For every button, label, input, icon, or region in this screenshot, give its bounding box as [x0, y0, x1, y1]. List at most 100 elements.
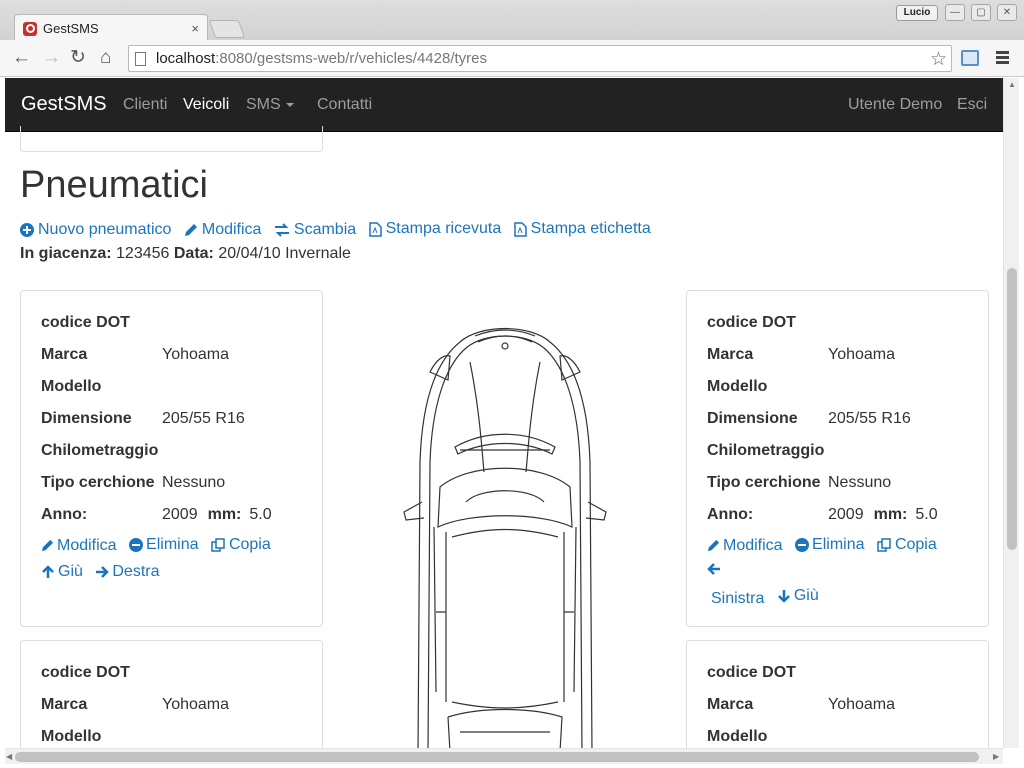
model-value	[828, 375, 968, 399]
arrow-down-icon	[777, 590, 790, 603]
rim-label: Tipo cerchione	[707, 474, 821, 491]
address-bar[interactable]: localhost:8080/gestsms-web/r/vehicles/44…	[128, 45, 952, 72]
tyre-links: Modifica Elimina Copia Giù Destra	[41, 533, 302, 587]
home-icon[interactable]: ⌂	[100, 48, 111, 68]
nav-user[interactable]: Utente Demo	[848, 96, 942, 114]
tyre-edit-label: Modifica	[723, 536, 783, 554]
tyre-panel-front-left: codice DOT Marca Yohoama Modello Dimensio…	[20, 290, 323, 627]
browser-menu-icon[interactable]	[996, 51, 1009, 66]
size-value: 205/55 R16	[162, 410, 245, 427]
brand-value: Yohoama	[162, 346, 230, 363]
page-viewport: GestSMS Clienti Veicoli SMS Contatti Ute…	[5, 78, 1003, 748]
tyre-delete-label: Elimina	[146, 536, 199, 553]
favicon-icon	[23, 21, 37, 36]
size-value: 205/55 R16	[828, 410, 911, 427]
pencil-icon	[707, 539, 720, 552]
pdf-file-icon	[368, 221, 382, 237]
dot-label: codice DOT	[41, 314, 130, 331]
browser-tab[interactable]: GestSMS ×	[14, 14, 208, 42]
close-window-icon[interactable]: ✕	[997, 4, 1017, 21]
size-label: Dimensione	[707, 410, 798, 427]
vertical-scroll-thumb[interactable]	[1007, 268, 1017, 550]
new-tyre-link[interactable]: Nuovo pneumatico	[20, 221, 171, 239]
model-label: Modello	[707, 728, 768, 745]
tyre-edit-link[interactable]: Modifica	[707, 534, 783, 558]
tyre-edit-link[interactable]: Modifica	[41, 534, 117, 558]
pdf-file-icon	[513, 221, 527, 237]
nav-sms-label: SMS	[246, 96, 281, 113]
back-icon[interactable]: ←	[12, 48, 31, 68]
scroll-right-icon[interactable]: ▶	[993, 752, 999, 761]
tyre-down-link[interactable]: Giù	[41, 560, 83, 584]
previous-panel-bottom	[20, 126, 323, 152]
tyre-copy-label: Copia	[228, 536, 271, 553]
tyre-down-label: Giù	[58, 563, 83, 580]
tyre-panel-rear-left: codice DOT Marca Yohoama Modello	[20, 640, 323, 748]
tyre-right-label: Destra	[112, 563, 160, 580]
nav-logout[interactable]: Esci	[957, 96, 987, 114]
profile-badge[interactable]: Lucio	[896, 5, 938, 21]
tyre-panel-front-right: codice DOT Marca Yohoama Modello Dimensio…	[686, 290, 989, 627]
new-tyre-label: Nuovo pneumatico	[38, 220, 172, 238]
date-value: 20/04/10 Invernale	[218, 245, 351, 262]
date-label: Data:	[173, 245, 214, 262]
tyre-copy-link[interactable]: Copia	[877, 533, 937, 557]
nav-contatti[interactable]: Contatti	[317, 96, 372, 114]
km-label: Chilometraggio	[41, 442, 159, 459]
horizontal-scroll-thumb[interactable]	[15, 752, 979, 762]
brand-value: Yohoama	[828, 346, 896, 363]
pencil-icon	[184, 223, 197, 236]
nav-veicoli[interactable]: Veicoli	[183, 96, 229, 114]
tab-close-icon[interactable]: ×	[191, 21, 199, 36]
extension-icon[interactable]	[961, 50, 979, 66]
nav-sms-dropdown[interactable]: SMS	[246, 96, 294, 114]
browser-toolbar: ← → ↻ ⌂ localhost:8080/gestsms-web/r/veh…	[0, 40, 1024, 77]
bookmark-star-icon[interactable]: ☆	[930, 48, 947, 71]
top-navbar: GestSMS Clienti Veicoli SMS Contatti Ute…	[5, 78, 1003, 132]
copy-icon	[877, 538, 891, 552]
km-label: Chilometraggio	[707, 442, 825, 459]
page-icon	[135, 51, 146, 66]
mm-label: mm:	[207, 506, 242, 523]
vertical-scrollbar[interactable]: ▲	[1003, 78, 1019, 748]
horizontal-scrollbar[interactable]: ◀ ▶	[5, 748, 1003, 764]
arrow-up-icon	[42, 565, 54, 578]
year-label: Anno:	[41, 506, 88, 523]
maximize-icon[interactable]: ▢	[971, 4, 991, 21]
nav-clienti[interactable]: Clienti	[123, 96, 167, 114]
tab-title: GestSMS	[43, 21, 99, 36]
forward-icon[interactable]: →	[42, 48, 61, 68]
scroll-left-icon[interactable]: ◀	[6, 752, 12, 761]
tyre-right-link[interactable]: Destra	[95, 560, 159, 584]
tyre-left-label: Sinistra	[711, 590, 765, 607]
navbar-brand[interactable]: GestSMS	[21, 93, 107, 116]
tyre-left-link[interactable]: Sinistra	[711, 587, 764, 611]
tyre-delete-link[interactable]: Elimina	[129, 533, 199, 557]
rim-value: Nessuno	[828, 474, 892, 491]
dot-label: codice DOT	[707, 314, 796, 331]
print-label-link[interactable]: Stampa etichetta	[513, 220, 651, 238]
plus-circle-icon	[20, 222, 34, 237]
tyre-left-arrow-link[interactable]	[707, 562, 724, 576]
tyre-copy-link[interactable]: Copia	[211, 533, 271, 557]
swap-link[interactable]: Scambia	[274, 221, 356, 239]
year-value: 2009	[828, 506, 864, 523]
edit-label: Modifica	[201, 220, 262, 238]
minimize-icon[interactable]: —	[945, 4, 965, 21]
copy-icon	[211, 538, 225, 552]
tyre-down-link[interactable]: Giù	[777, 584, 819, 608]
mm-value: 5.0	[249, 506, 272, 523]
print-receipt-label: Stampa ricevuta	[385, 220, 502, 237]
model-label: Modello	[707, 378, 768, 395]
edit-link[interactable]: Modifica	[184, 220, 262, 239]
reload-icon[interactable]: ↻	[70, 48, 86, 68]
print-receipt-link[interactable]: Stampa ricevuta	[368, 220, 502, 238]
tyre-delete-link[interactable]: Elimina	[795, 533, 865, 557]
car-icon	[403, 328, 607, 748]
tyre-links: Modifica Elimina Copia Sinistra Giù	[707, 533, 968, 611]
scroll-up-icon[interactable]: ▲	[1008, 80, 1016, 89]
new-tab-button[interactable]	[208, 20, 246, 38]
tyre-edit-label: Modifica	[57, 536, 117, 554]
brand-value: Yohoama	[828, 696, 896, 713]
rim-value: Nessuno	[162, 474, 226, 491]
